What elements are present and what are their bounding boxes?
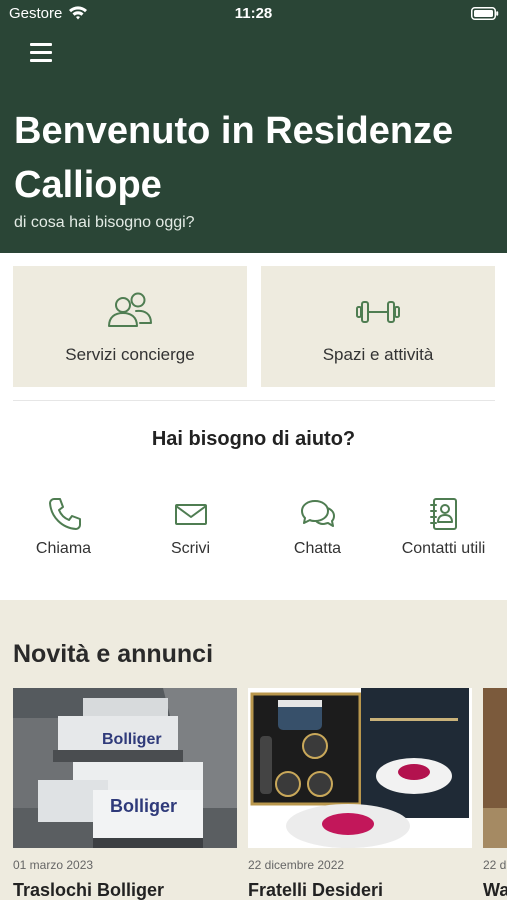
- news-card[interactable]: 22 d Wa: [483, 688, 507, 900]
- useful-contacts-label: Contatti utili: [401, 540, 486, 557]
- call-label: Chiama: [35, 540, 92, 557]
- dumbbell-icon: [356, 301, 400, 323]
- bolliger-logo-text: Bolliger: [110, 796, 177, 816]
- contacts-book-icon: [429, 498, 457, 530]
- news-date: 01 marzo 2023: [13, 858, 94, 872]
- mail-icon: [174, 504, 207, 525]
- spaces-activities-label: Spazi e attività: [322, 345, 434, 364]
- chat-button[interactable]: Chatta: [254, 494, 381, 574]
- news-image-gift-box: [248, 688, 472, 848]
- users-icon: [108, 292, 152, 327]
- status-time: 11:28: [234, 5, 273, 22]
- news-headline: Traslochi Bolliger: [13, 880, 165, 900]
- hamburger-menu-icon[interactable]: [24, 36, 58, 70]
- write-label: Scrivi: [170, 540, 211, 557]
- write-button[interactable]: Scrivi: [127, 494, 254, 574]
- help-title: Hai bisogno di aiuto?: [151, 428, 356, 450]
- news-date: 22 dicembre 2022: [248, 858, 345, 872]
- concierge-services-card[interactable]: Servizi concierge: [13, 266, 247, 387]
- news-headline: Fratelli Desideri: [248, 880, 384, 900]
- battery-icon: [471, 7, 499, 20]
- news-date: 22 d: [483, 858, 507, 872]
- news-image-moving-trucks: Bolliger Bolliger: [13, 688, 237, 848]
- header: Gestore 11:28 Benvenuto in Residenze Cal…: [0, 0, 507, 253]
- news-headline: Wa: [483, 880, 507, 900]
- page-subtitle: di cosa hai bisogno oggi?: [14, 214, 195, 231]
- spaces-activities-card[interactable]: Spazi e attività: [261, 266, 495, 387]
- phone-icon: [48, 498, 81, 530]
- chat-label: Chatta: [293, 540, 342, 557]
- news-section: Novità e annunci Bolliger Bolliger 01 ma…: [0, 600, 507, 900]
- chat-icon: [300, 500, 335, 527]
- call-button[interactable]: Chiama: [0, 494, 127, 574]
- section-divider: [13, 400, 495, 401]
- news-card[interactable]: Bolliger Bolliger 01 marzo 2023 Trasloch…: [13, 688, 237, 900]
- news-title: Novità e annunci: [13, 640, 214, 668]
- news-card[interactable]: 22 dicembre 2022 Fratelli Desideri: [248, 688, 472, 900]
- news-image-partial: [483, 688, 507, 848]
- concierge-services-label: Servizi concierge: [65, 345, 195, 364]
- status-bar: Gestore 11:28: [0, 0, 507, 28]
- svg-text:Bolliger: Bolliger: [102, 731, 162, 748]
- page-title: Benvenuto in Residenze Calliope: [14, 110, 454, 206]
- useful-contacts-button[interactable]: Contatti utili: [380, 494, 507, 574]
